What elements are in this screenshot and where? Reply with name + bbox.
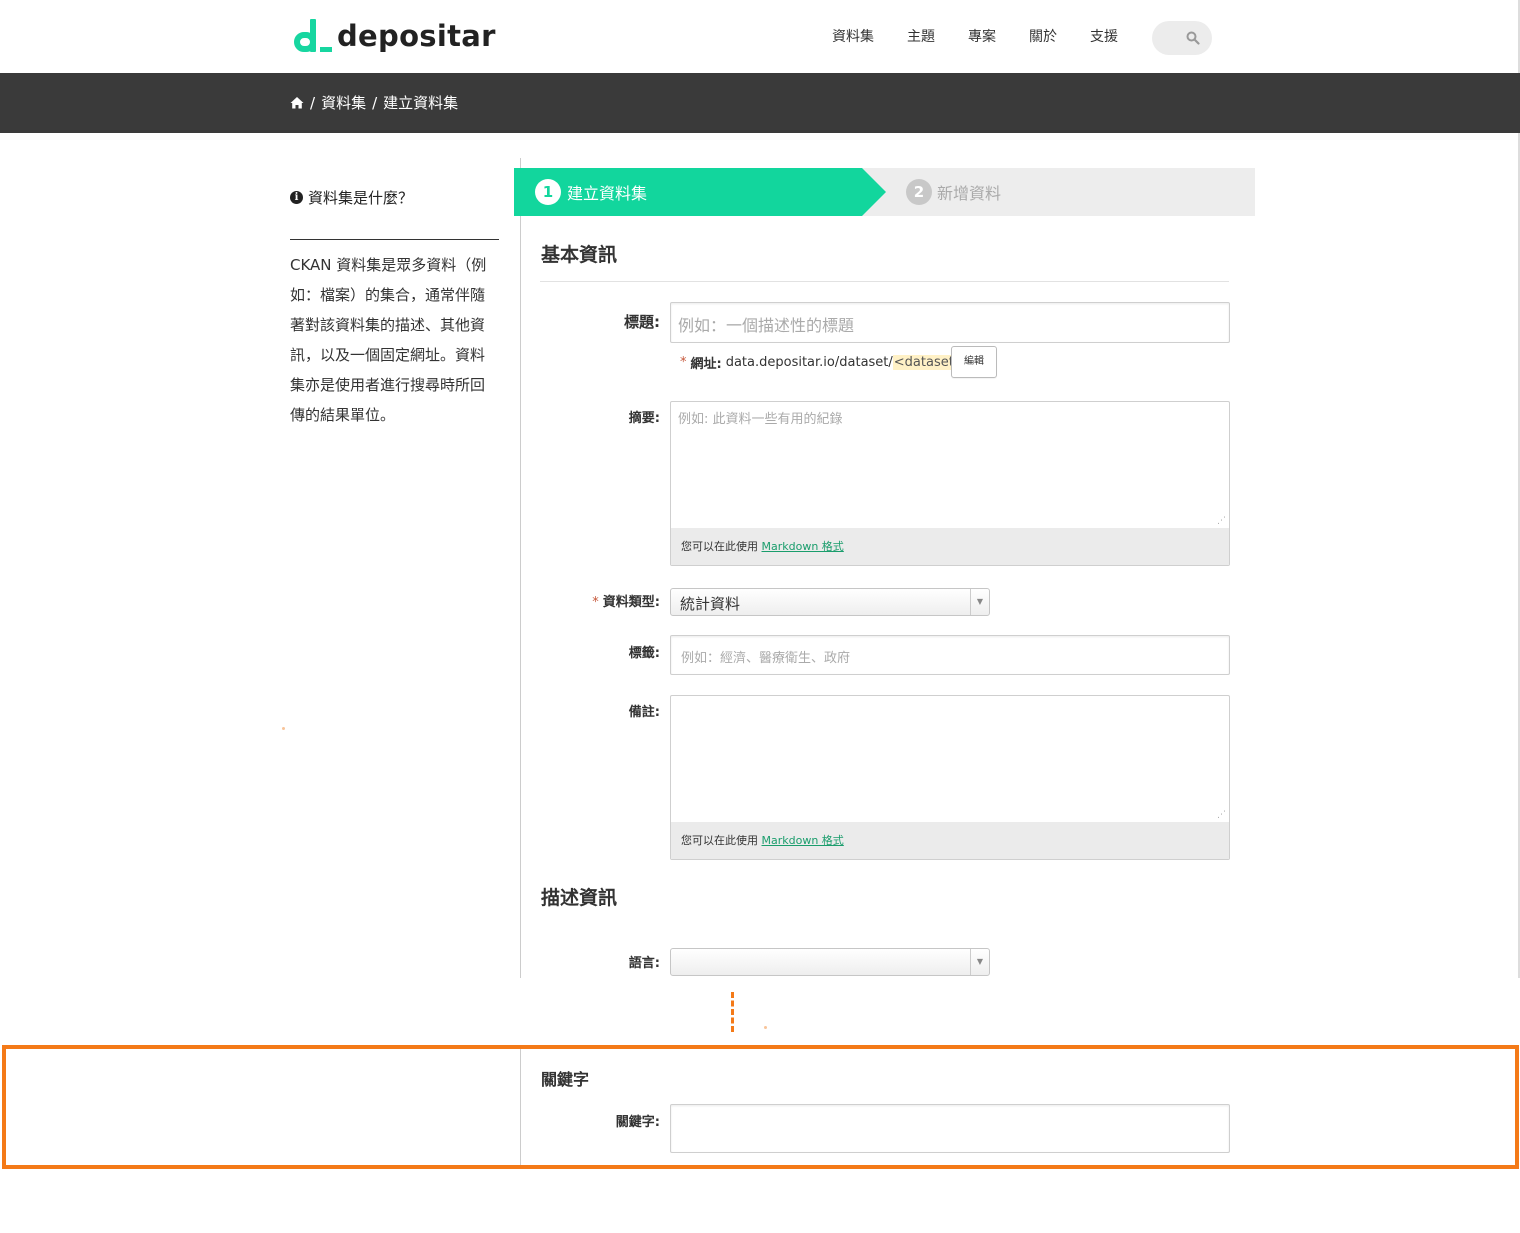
keywords-label: 關鍵字: <box>615 1115 660 1130</box>
chevron-down-icon: ▼ <box>970 949 989 975</box>
required-marker: * <box>592 595 599 610</box>
logo-mark-icon <box>292 16 332 56</box>
remarks-label: 備註: <box>628 705 660 720</box>
nav-item-about[interactable]: 關於 <box>1029 26 1057 48</box>
breadcrumb-create-dataset[interactable]: 建立資料集 <box>383 92 458 113</box>
language-select[interactable]: ▼ <box>670 948 990 976</box>
type-label-text: 資料類型: <box>602 595 660 610</box>
main-nav: 資料集 主題 專案 關於 支援 <box>832 26 1151 48</box>
nav-item-support[interactable]: 支援 <box>1090 26 1118 48</box>
sidebar-description: CKAN 資料集是眾多資料（例如：檔案）的集合，通常伴隨著對該資料集的描述、其他… <box>290 256 487 424</box>
nav-item-projects[interactable]: 專案 <box>968 26 996 48</box>
breadcrumb-separator: / <box>372 93 378 112</box>
chevron-down-icon: ▼ <box>970 589 989 615</box>
dataset-type-select[interactable]: 統計資料 ▼ <box>670 588 990 616</box>
sidebar-title: i 資料集是什麼？ <box>290 187 413 208</box>
breadcrumb-datasets[interactable]: 資料集 <box>321 92 366 113</box>
notes-placeholder: 例如: 此資料一些有用的紀錄 <box>678 412 843 427</box>
notes-field: 例如: 此資料一些有用的紀錄 ⋰ 您可以在此使用 Markdown 格式 <box>670 401 1230 566</box>
remarks-textarea[interactable]: ⋰ <box>671 696 1229 822</box>
breadcrumb: / 資料集 / 建立資料集 <box>290 92 458 113</box>
language-label: 語言: <box>628 956 660 971</box>
home-icon[interactable] <box>290 96 304 110</box>
url-row: * 網址: data.depositar.io/dataset/ <datase… <box>680 353 966 372</box>
sidebar-divider <box>290 239 499 240</box>
section-divider <box>540 281 1229 282</box>
title-label: 標題: <box>624 313 660 331</box>
site-logo[interactable]: depositar <box>292 16 496 56</box>
section-title-basic: 基本資訊 <box>541 244 618 266</box>
search-button[interactable] <box>1152 21 1212 55</box>
stage-label: 新增資料 <box>937 184 1002 203</box>
stage-arrow-icon <box>862 168 886 216</box>
breadcrumb-separator: / <box>310 93 316 112</box>
section-title-description: 描述資訊 <box>541 887 618 909</box>
markdown-hint-text: 您可以在此使用 <box>681 834 758 847</box>
dataset-type-value: 統計資料 <box>680 595 741 613</box>
stage-progress: 1 建立資料集 2 新增資料 <box>514 168 1255 216</box>
notes-textarea[interactable]: 例如: 此資料一些有用的紀錄 ⋰ <box>671 402 1229 528</box>
site-header: depositar 資料集 主題 專案 關於 支援 <box>0 0 1520 73</box>
url-prefix: data.depositar.io/dataset/ <box>725 355 893 370</box>
section-title-keywords: 關鍵字 <box>541 1070 590 1089</box>
markdown-link[interactable]: Markdown 格式 <box>762 834 844 847</box>
notes-label: 摘要: <box>628 411 660 426</box>
url-label: 網址: <box>690 357 722 372</box>
stage-create-dataset: 1 建立資料集 <box>514 168 862 216</box>
stage-number: 1 <box>535 179 561 205</box>
markdown-hint: 您可以在此使用 Markdown 格式 <box>671 528 1229 565</box>
markdown-hint-text: 您可以在此使用 <box>681 540 758 553</box>
content-divider <box>520 158 521 978</box>
annotation-dot <box>764 1026 767 1029</box>
search-icon <box>1186 31 1200 45</box>
resize-grip-icon[interactable]: ⋰ <box>1217 810 1226 820</box>
title-input[interactable]: 例如：一個描述性的標題 <box>670 302 1230 343</box>
resize-grip-icon[interactable]: ⋰ <box>1217 516 1226 526</box>
stage-label: 建立資料集 <box>567 184 648 203</box>
url-edit-button[interactable]: 編輯 <box>951 346 997 378</box>
markdown-hint: 您可以在此使用 Markdown 格式 <box>671 822 1229 859</box>
sidebar-title-text: 資料集是什麼？ <box>308 189 414 207</box>
type-label: * 資料類型: <box>510 591 660 610</box>
tags-input[interactable]: 例如：經濟、醫療衛生、政府 <box>670 635 1230 675</box>
required-marker: * <box>680 355 687 370</box>
nav-item-datasets[interactable]: 資料集 <box>832 26 874 48</box>
stage-number: 2 <box>906 179 932 205</box>
annotation-dashed-connector <box>731 992 734 1032</box>
breadcrumb-bar: / 資料集 / 建立資料集 <box>0 73 1520 133</box>
info-icon: i <box>290 191 303 204</box>
annotation-dot <box>282 727 285 730</box>
markdown-link[interactable]: Markdown 格式 <box>762 540 844 553</box>
remarks-field: ⋰ 您可以在此使用 Markdown 格式 <box>670 695 1230 860</box>
brand-name: depositar <box>337 19 496 53</box>
tags-label: 標籤: <box>628 646 660 661</box>
content-divider <box>520 1049 521 1165</box>
keywords-input[interactable] <box>670 1104 1230 1153</box>
nav-item-topics[interactable]: 主題 <box>907 26 935 48</box>
